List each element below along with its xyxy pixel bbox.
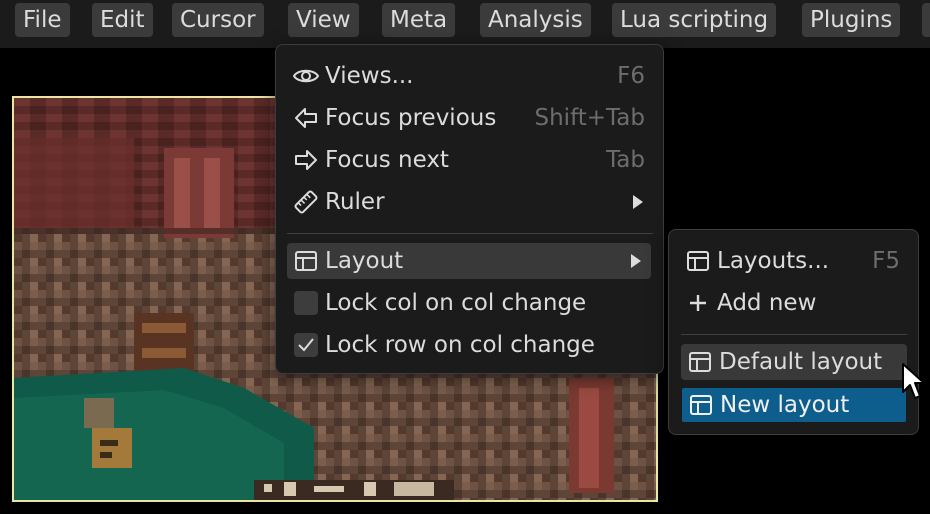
menu-item-lock-row-on-col-change[interactable]: Lock row on col change — [287, 327, 653, 363]
arrow-right-icon — [291, 142, 321, 178]
checkmark-icon — [298, 338, 314, 352]
menu-edit[interactable]: Edit — [92, 3, 153, 37]
menu-plugins[interactable]: Plugins — [802, 3, 901, 37]
checkbox-checked[interactable] — [291, 327, 321, 363]
menubar: File Edit Cursor View Meta Analysis Lua … — [0, 0, 930, 48]
menu-item-new-layout[interactable]: New layout — [682, 388, 906, 422]
menu-cursor[interactable]: Cursor — [172, 3, 264, 37]
app-window: File Edit Cursor View Meta Analysis Lua … — [0, 0, 930, 514]
arrow-left-icon — [291, 100, 321, 136]
eye-icon — [291, 58, 321, 94]
menu-item-ruler[interactable]: Ruler — [287, 184, 653, 220]
plus-icon — [683, 285, 713, 321]
menu-lua-scripting[interactable]: Lua scripting — [612, 3, 777, 37]
mouse-cursor-icon — [901, 362, 925, 406]
menu-item-layouts[interactable]: Layouts... F5 — [679, 243, 908, 279]
menu-item-lock-col-on-col-change[interactable]: Lock col on col change — [287, 285, 653, 321]
menu-separator — [681, 334, 907, 335]
layout-icon — [683, 243, 713, 279]
menu-meta[interactable]: Meta — [382, 3, 456, 37]
ruler-icon — [291, 184, 321, 220]
checkbox-unchecked[interactable] — [291, 285, 321, 321]
menu-overflow[interactable] — [922, 3, 930, 37]
layout-submenu: Layouts... F5 Add new Default layout New… — [668, 229, 919, 435]
menu-item-layout[interactable]: Layout — [287, 243, 651, 279]
menu-item-focus-previous[interactable]: Focus previous Shift+Tab — [287, 100, 653, 136]
submenu-arrow-icon — [633, 184, 643, 220]
menu-file[interactable]: File — [15, 3, 70, 37]
menu-item-focus-next[interactable]: Focus next Tab — [287, 142, 653, 178]
menu-view[interactable]: View — [288, 3, 359, 37]
menu-analysis[interactable]: Analysis — [480, 3, 591, 37]
menu-item-add-new[interactable]: Add new — [679, 285, 908, 321]
submenu-arrow-icon — [631, 243, 641, 279]
menu-separator — [287, 233, 653, 234]
menu-item-default-layout[interactable]: Default layout — [681, 344, 907, 380]
layout-icon — [686, 388, 716, 422]
layout-icon — [291, 243, 321, 279]
menu-item-views[interactable]: Views... F6 — [287, 58, 653, 94]
view-menu-dropdown: Views... F6 Focus previous Shift+Tab Foc… — [275, 44, 664, 374]
layout-icon — [685, 344, 715, 380]
